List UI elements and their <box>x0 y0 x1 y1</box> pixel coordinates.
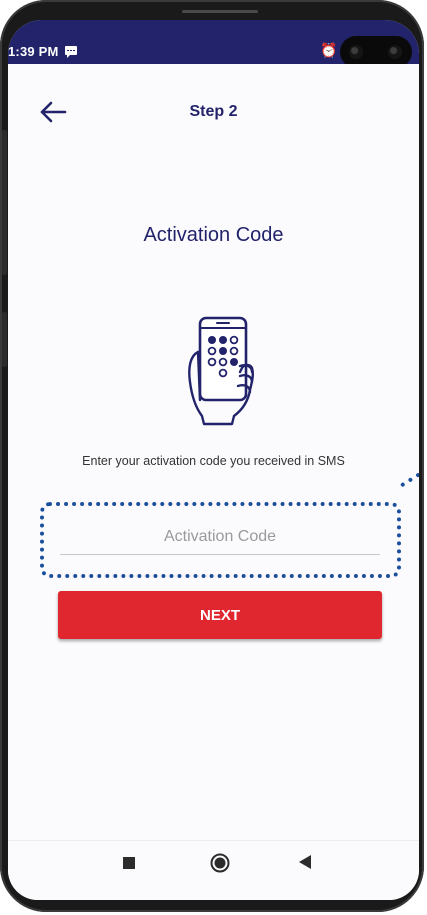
activation-code-input[interactable] <box>60 520 380 555</box>
app-header: Step 2 <box>8 64 419 160</box>
highlight-pointer <box>400 472 419 507</box>
circle-icon[interactable] <box>210 853 230 873</box>
power-button <box>2 312 7 367</box>
instruction-text: Enter your activation code you received … <box>82 454 345 468</box>
app-screen: 1:39 PM ⏰ Step 2 Activation Code Enter y… <box>8 20 419 900</box>
page-title: Activation Code <box>143 224 284 246</box>
message-icon <box>65 46 77 58</box>
camera-lens-icon <box>349 45 363 59</box>
alarm-icon: ⏰ <box>320 42 338 58</box>
header-title: Step 2 <box>189 103 238 120</box>
next-button[interactable]: NEXT <box>58 591 382 639</box>
volume-button <box>2 130 7 275</box>
status-time: 1:39 PM <box>8 44 59 59</box>
system-navigation-bar <box>8 840 419 900</box>
square-icon[interactable] <box>123 857 135 869</box>
triangle-back-icon[interactable] <box>299 855 311 869</box>
speaker-grille <box>182 10 258 13</box>
device-frame: 1:39 PM ⏰ Step 2 Activation Code Enter y… <box>0 0 427 915</box>
phone-in-hand-icon <box>188 316 255 426</box>
camera-lens-icon <box>388 45 402 59</box>
